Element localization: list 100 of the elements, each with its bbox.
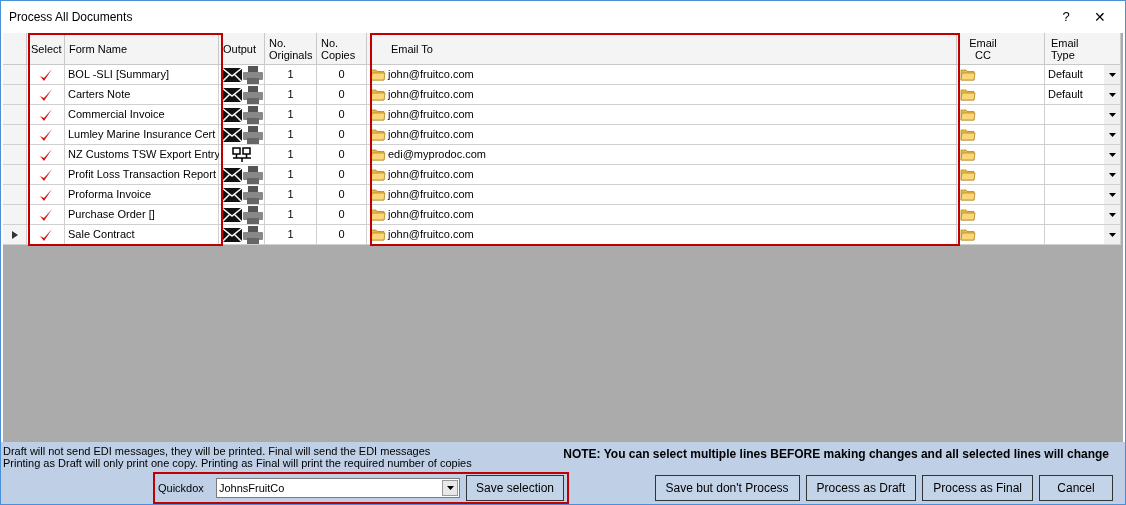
printer-icon[interactable]: [242, 65, 263, 84]
action-button[interactable]: Save but don't Process: [654, 475, 800, 501]
printer-icon[interactable]: [242, 205, 263, 224]
table-cell-text: 0: [338, 87, 345, 103]
dropdown-button[interactable]: [1104, 125, 1120, 144]
table-cell-text: 0: [338, 107, 345, 123]
envelope-icon[interactable]: [220, 86, 243, 103]
folder-icon[interactable]: [960, 188, 976, 201]
quickdox-label: Quickdox: [158, 480, 205, 496]
table-cell-text: 1: [287, 167, 294, 183]
folder-icon[interactable]: [370, 168, 386, 181]
table-cell-text: 0: [338, 187, 345, 203]
column-header[interactable]: Form Name: [69, 42, 128, 55]
quickdox-dropdown[interactable]: JohnsFruitCo: [216, 478, 460, 498]
action-button[interactable]: Cancel: [1039, 475, 1113, 501]
printer-icon[interactable]: [242, 85, 263, 104]
printer-icon[interactable]: [242, 165, 263, 184]
printer-icon[interactable]: [242, 125, 263, 144]
folder-icon[interactable]: [960, 88, 976, 101]
table-cell-text: edi@myprodoc.com: [388, 147, 486, 163]
row-header[interactable]: [3, 225, 27, 245]
info-text: Printing as Draft will only print one copy. Printing as Final will print the required number of copies: [3, 457, 472, 469]
table-cell-text: john@fruitco.com: [388, 207, 474, 223]
caret-icon: [1108, 232, 1116, 237]
printer-icon[interactable]: [242, 225, 263, 244]
folder-icon[interactable]: [370, 188, 386, 201]
caret-icon: [1108, 112, 1116, 117]
envelope-icon[interactable]: [220, 206, 243, 223]
save-selection-button[interactable]: Save selection: [466, 475, 565, 501]
close-button[interactable]: ✕: [1083, 5, 1117, 29]
table-cell-text: 1: [287, 227, 294, 243]
table-cell-text: 1: [287, 127, 294, 143]
window-title: Process All Documents: [9, 9, 134, 26]
table-cell-text: 0: [338, 207, 345, 223]
table-cell-text: 0: [338, 147, 345, 163]
envelope-icon[interactable]: [220, 166, 243, 183]
table-cell-text: BOL -SLI [Summary]: [68, 67, 170, 83]
table-cell-text: 1: [287, 207, 294, 223]
row-pointer-icon: [11, 230, 18, 239]
printer-icon[interactable]: [242, 105, 263, 124]
table-cell-text: john@fruitco.com: [388, 227, 474, 243]
table-cell-text: 0: [338, 167, 345, 183]
dropdown-button[interactable]: [1104, 65, 1120, 84]
dropdown-button[interactable]: [1104, 145, 1120, 164]
table-cell-text: 1: [287, 187, 294, 203]
table-cell-text: Lumley Marine Insurance Cert: [68, 127, 216, 143]
action-button[interactable]: Process as Final: [922, 475, 1033, 501]
table-cell-text: Default: [1048, 87, 1083, 103]
folder-icon[interactable]: [960, 68, 976, 81]
table-cell-text: 1: [287, 87, 294, 103]
caret-icon: [1108, 92, 1116, 97]
table-cell-text: john@fruitco.com: [388, 187, 474, 203]
info-text: Draft will not send EDI messages, they will be printed. Final will send the EDI messages: [3, 445, 432, 457]
folder-icon[interactable]: [370, 68, 386, 81]
folder-icon[interactable]: [960, 228, 976, 241]
envelope-icon[interactable]: [220, 226, 243, 243]
caret-icon: [1108, 132, 1116, 137]
table-cell-text: Purchase Order []: [68, 207, 155, 223]
help-button[interactable]: ?: [1049, 5, 1083, 29]
dropdown-button[interactable]: [1104, 105, 1120, 124]
folder-icon[interactable]: [960, 108, 976, 121]
note-text: NOTE: You can select multiple lines BEFORE making changes and all selected lines will change: [563, 446, 1110, 463]
table-cell-text: Proforma Invoice: [68, 187, 152, 203]
folder-icon[interactable]: [370, 128, 386, 141]
envelope-icon[interactable]: [220, 66, 243, 83]
folder-icon[interactable]: [960, 128, 976, 141]
table-cell-text: Commercial Invoice: [68, 107, 165, 123]
network-icon[interactable]: [231, 146, 252, 163]
dropdown-button[interactable]: [1104, 85, 1120, 104]
folder-icon[interactable]: [960, 208, 976, 221]
folder-icon[interactable]: [370, 208, 386, 221]
table-cell-text: Carters Note: [68, 87, 131, 103]
dropdown-button[interactable]: [1104, 225, 1120, 244]
folder-icon[interactable]: [370, 148, 386, 161]
table-cell-text: john@fruitco.com: [388, 167, 474, 183]
table-cell-text: 0: [338, 127, 345, 143]
table-cell-text: john@fruitco.com: [388, 87, 474, 103]
caret-icon: [446, 486, 454, 490]
envelope-icon[interactable]: [220, 126, 243, 143]
column-header[interactable]: Email To: [391, 42, 433, 55]
caret-icon: [1108, 72, 1116, 77]
envelope-icon[interactable]: [220, 186, 243, 203]
table-cell-text: 1: [287, 107, 294, 123]
table-cell-text: NZ Customs TSW Export Entry: [68, 147, 220, 163]
dropdown-button[interactable]: [1104, 205, 1120, 224]
printer-icon[interactable]: [242, 185, 263, 204]
table-cell-text: john@fruitco.com: [388, 127, 474, 143]
folder-icon[interactable]: [370, 108, 386, 121]
folder-icon[interactable]: [370, 88, 386, 101]
caret-icon: [1108, 192, 1116, 197]
folder-icon[interactable]: [960, 148, 976, 161]
action-button[interactable]: Process as Draft: [805, 475, 917, 501]
folder-icon[interactable]: [960, 168, 976, 181]
table-cell-text: Default: [1048, 67, 1083, 83]
dropdown-button[interactable]: [1104, 165, 1120, 184]
dropdown-button[interactable]: [1104, 185, 1120, 204]
caret-icon: [1108, 172, 1116, 177]
folder-icon[interactable]: [370, 228, 386, 241]
envelope-icon[interactable]: [220, 106, 243, 123]
table-cell-text: 0: [338, 227, 345, 243]
